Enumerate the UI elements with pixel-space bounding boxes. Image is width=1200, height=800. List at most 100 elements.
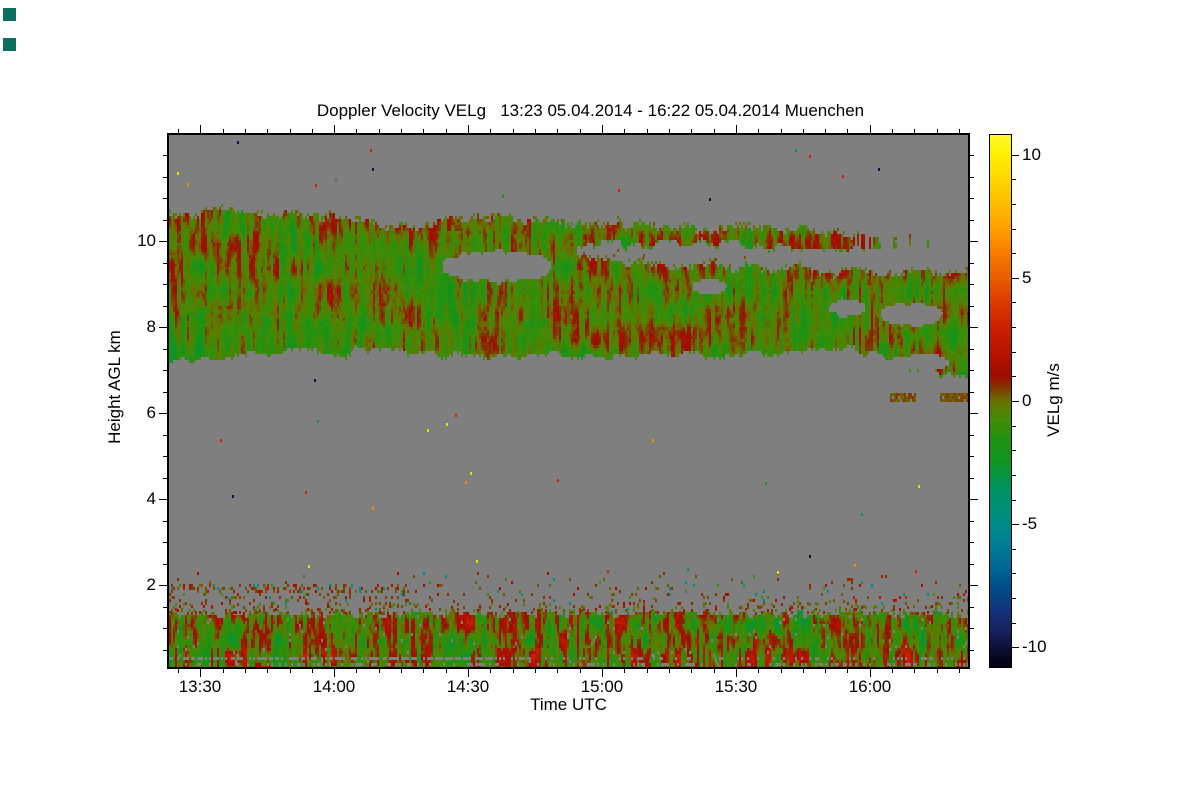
x-tick <box>535 669 536 673</box>
x-tick-top <box>892 129 893 133</box>
x-tick-top <box>245 129 246 133</box>
x-tick-top <box>468 125 469 133</box>
x-tick <box>647 669 648 673</box>
y-tick-right <box>970 542 974 543</box>
y-tick-right <box>970 413 978 414</box>
x-tick-top <box>959 129 960 133</box>
x-tick <box>178 669 179 673</box>
y-tick-right <box>970 241 978 242</box>
y-tick-right <box>970 435 974 436</box>
y-tick-right <box>970 392 974 393</box>
x-tick <box>223 669 224 673</box>
x-tick <box>580 669 581 673</box>
corner-marker <box>3 38 16 51</box>
y-tick-label: 6 <box>146 403 156 422</box>
x-tick <box>937 669 938 673</box>
y-tick-label: 8 <box>146 317 156 336</box>
x-tick-top <box>356 129 357 133</box>
y-tick <box>163 564 167 565</box>
y-tick <box>159 413 167 414</box>
x-tick-top <box>557 129 558 133</box>
x-tick-top <box>624 129 625 133</box>
colorbar-tick-label: 5 <box>1022 268 1032 287</box>
x-tick <box>847 669 848 673</box>
x-tick-label: 14:00 <box>312 677 356 696</box>
x-tick-label: 14:30 <box>446 677 490 696</box>
heatmap-canvas <box>169 135 968 667</box>
x-tick-top <box>914 129 915 133</box>
x-tick <box>468 669 469 677</box>
x-tick-label: 15:30 <box>714 677 758 696</box>
y-tick <box>163 542 167 543</box>
y-tick <box>163 392 167 393</box>
y-tick-right <box>970 284 974 285</box>
colorbar-tick <box>1012 327 1016 328</box>
x-tick <box>312 669 313 673</box>
y-tick <box>163 521 167 522</box>
y-axis-label: Height AGL km <box>105 330 124 444</box>
colorbar-tick <box>1012 549 1016 550</box>
y-tick-right <box>970 650 974 651</box>
y-tick-right <box>970 628 974 629</box>
x-tick-top <box>825 129 826 133</box>
y-tick <box>163 478 167 479</box>
colorbar-tick <box>1012 401 1019 402</box>
x-tick-label: 13:30 <box>178 677 222 696</box>
x-tick-top <box>223 129 224 133</box>
colorbar-tick-label: -10 <box>1022 637 1047 656</box>
colorbar-tick <box>1012 229 1016 230</box>
y-tick-right <box>970 521 974 522</box>
y-tick-right <box>970 456 974 457</box>
colorbar-tick <box>1012 376 1016 377</box>
x-tick <box>200 669 201 677</box>
y-tick-right <box>970 177 974 178</box>
colorbar-tick <box>1012 278 1019 279</box>
x-tick-top <box>691 129 692 133</box>
x-tick <box>356 669 357 673</box>
x-tick-top <box>758 129 759 133</box>
colorbar-tick <box>1012 475 1016 476</box>
x-tick-top <box>602 125 603 133</box>
y-tick-right <box>970 585 978 586</box>
colorbar <box>989 134 1012 668</box>
x-tick <box>892 669 893 673</box>
y-tick <box>163 220 167 221</box>
x-tick-top <box>803 129 804 133</box>
corner-marker <box>3 8 16 21</box>
y-tick <box>163 284 167 285</box>
plot-frame <box>167 133 970 669</box>
y-tick <box>163 263 167 264</box>
y-tick-label: 2 <box>146 575 156 594</box>
y-tick-right <box>970 263 974 264</box>
x-tick-top <box>379 129 380 133</box>
x-tick <box>624 669 625 673</box>
x-tick-top <box>490 129 491 133</box>
x-tick <box>803 669 804 673</box>
y-tick <box>163 650 167 651</box>
y-tick <box>163 306 167 307</box>
x-tick-top <box>423 129 424 133</box>
y-tick-right <box>970 155 974 156</box>
x-tick <box>736 669 737 677</box>
x-tick-label: 15:00 <box>580 677 624 696</box>
x-tick <box>267 669 268 673</box>
x-tick-top <box>312 129 313 133</box>
y-tick-right <box>970 198 974 199</box>
x-tick-top <box>178 129 179 133</box>
y-tick <box>159 585 167 586</box>
x-tick-top <box>870 125 871 133</box>
colorbar-tick <box>1012 179 1016 180</box>
y-tick <box>163 607 167 608</box>
y-tick-label: 4 <box>146 489 156 508</box>
y-tick <box>163 456 167 457</box>
y-tick-right <box>970 564 974 565</box>
colorbar-tick <box>1012 302 1016 303</box>
colorbar-tick <box>1012 500 1016 501</box>
colorbar-tick-label: 10 <box>1022 145 1041 164</box>
x-tick-top <box>446 129 447 133</box>
x-tick <box>602 669 603 677</box>
x-tick <box>290 669 291 673</box>
x-tick <box>959 669 960 673</box>
colorbar-tick <box>1012 524 1019 525</box>
y-tick-right <box>970 607 974 608</box>
